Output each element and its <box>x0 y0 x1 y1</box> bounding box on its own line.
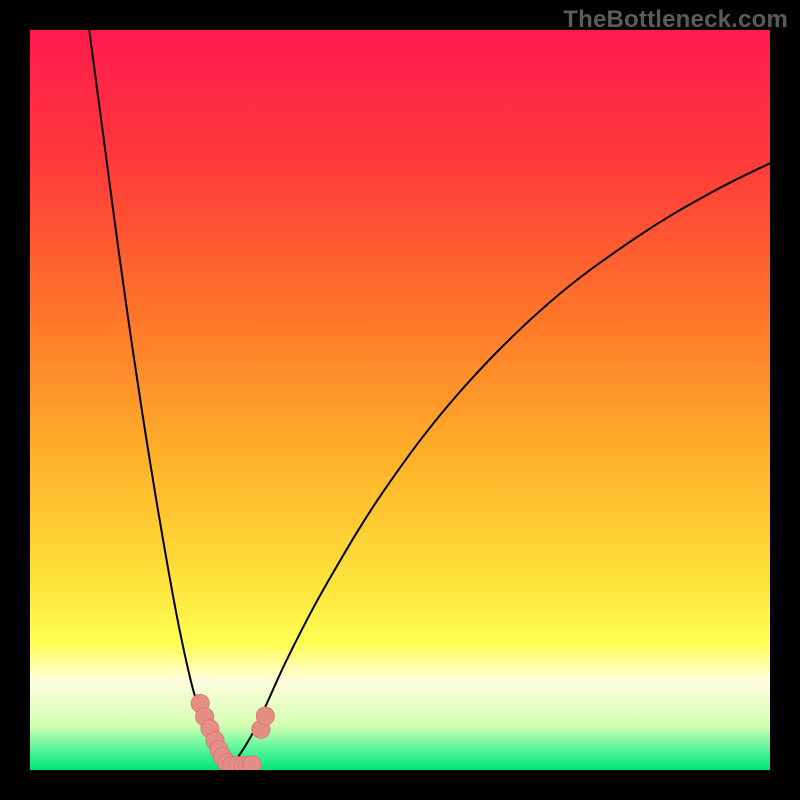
chart-frame: TheBottleneck.com <box>0 0 800 800</box>
data-marker <box>256 707 274 725</box>
bottleneck-curve-chart <box>30 30 770 770</box>
plot-area <box>30 30 770 770</box>
watermark-text: TheBottleneck.com <box>563 6 788 34</box>
data-marker <box>243 756 261 770</box>
